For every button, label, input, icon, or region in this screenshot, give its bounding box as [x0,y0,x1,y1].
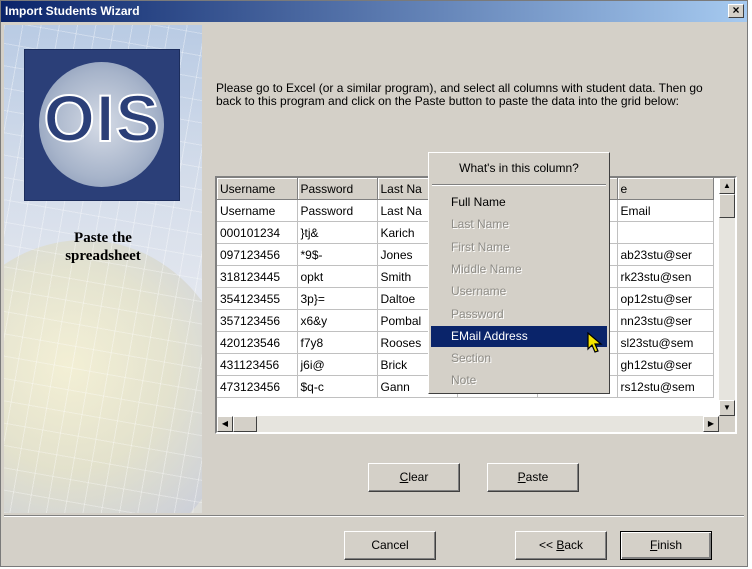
column-type-menu[interactable]: What's in this column? Full Name Last Nam… [428,152,610,394]
paste-label: aste [525,470,549,484]
scroll-down-icon[interactable]: ▼ [719,400,735,416]
footer-divider [4,515,744,517]
grid-cell[interactable]: 473123456 [217,375,298,398]
step-label-line1: Paste the [74,230,132,246]
menu-item[interactable]: Password [431,304,607,325]
window-title: Import Students Wizard [5,4,140,18]
menu-item[interactable]: First Name [431,237,607,258]
grid-cell[interactable]: ab23stu@ser [617,243,714,266]
menu-item[interactable]: Last Name [431,214,607,235]
grid-column-header[interactable]: Username [217,178,298,200]
grid-cell[interactable]: 431123456 [217,353,298,376]
grid-cell[interactable]: Password [297,199,378,222]
paste-mnemonic: P [517,470,526,484]
grid-cell[interactable]: f7y8 [297,331,378,354]
grid-cell[interactable] [617,221,714,244]
horizontal-scrollbar[interactable]: ◀ ▶ [217,416,719,432]
title-bar: Import Students Wizard × [1,1,747,22]
finish-button[interactable]: Finish [620,531,712,560]
grid-cell[interactable]: 097123456 [217,243,298,266]
grid-cell[interactable]: gh12stu@ser [617,353,714,376]
grid-cell[interactable]: 3p}= [297,287,378,310]
vertical-scrollbar[interactable]: ▲ ▼ [719,178,735,416]
wizard-window: Import Students Wizard × OIS Paste the s… [0,0,748,567]
paste-button[interactable]: Paste [487,463,579,492]
clear-button[interactable]: Clear [368,463,460,492]
scrollbar-corner [719,416,735,432]
mouse-pointer-icon [587,332,603,353]
back-prefix: << [538,538,557,552]
menu-item[interactable]: Middle Name [431,259,607,280]
step-label-line2: spreadsheet [65,248,141,264]
grid-cell[interactable]: rk23stu@sen [617,265,714,288]
ois-logo: OIS [25,50,179,200]
grid-cell[interactable]: *9$- [297,243,378,266]
instructions-text: Please go to Excel (or a similar program… [216,81,703,108]
grid-column-header[interactable]: Password [297,178,378,200]
grid-cell[interactable]: Email [617,199,714,222]
scroll-thumb[interactable] [719,194,735,218]
menu-item[interactable]: EMail Address [431,325,607,347]
grid-cell[interactable]: 354123455 [217,287,298,310]
close-icon[interactable]: × [728,4,744,18]
grid-column-header[interactable]: e [617,178,714,200]
cancel-button[interactable]: Cancel [344,531,436,560]
grid-cell[interactable]: rs12stu@sem [617,375,714,398]
menu-item[interactable]: Full Name [431,192,607,213]
menu-title: What's in this column? [459,161,579,175]
grid-cell[interactable]: 318123445 [217,265,298,288]
wizard-side-panel: OIS Paste the spreadsheet [4,25,202,513]
menu-item[interactable]: Note [431,370,607,391]
menu-item[interactable]: Section [431,348,607,369]
scroll-right-icon[interactable]: ▶ [703,416,719,432]
grid-cell[interactable]: sl23stu@sem [617,331,714,354]
grid-cell[interactable]: op12stu@ser [617,287,714,310]
grid-cell[interactable]: }tj& [297,221,378,244]
clear-label: lear [408,470,429,484]
grid-cell[interactable]: j6i@ [297,353,378,376]
hscroll-thumb[interactable] [233,416,257,432]
grid-cell[interactable]: x6&y [297,309,378,332]
grid-cell[interactable]: nn23stu@ser [617,309,714,332]
grid-cell[interactable]: Username [217,199,298,222]
menu-separator [432,184,606,186]
step-label: Paste the spreadsheet [4,229,202,265]
logo-text: OIS [43,80,161,156]
grid-cell[interactable]: $q-c [297,375,378,398]
scroll-left-icon[interactable]: ◀ [217,416,233,432]
grid-cell[interactable]: 357123456 [217,309,298,332]
back-label: ack [564,538,584,552]
grid-cell[interactable]: 420123546 [217,331,298,354]
finish-label: inish [657,538,683,552]
menu-item[interactable]: Username [431,281,607,302]
grid-cell[interactable]: 000101234 [217,221,298,244]
scroll-up-icon[interactable]: ▲ [719,178,735,194]
grid-cell[interactable]: opkt [297,265,378,288]
back-button[interactable]: << Back [515,531,607,560]
